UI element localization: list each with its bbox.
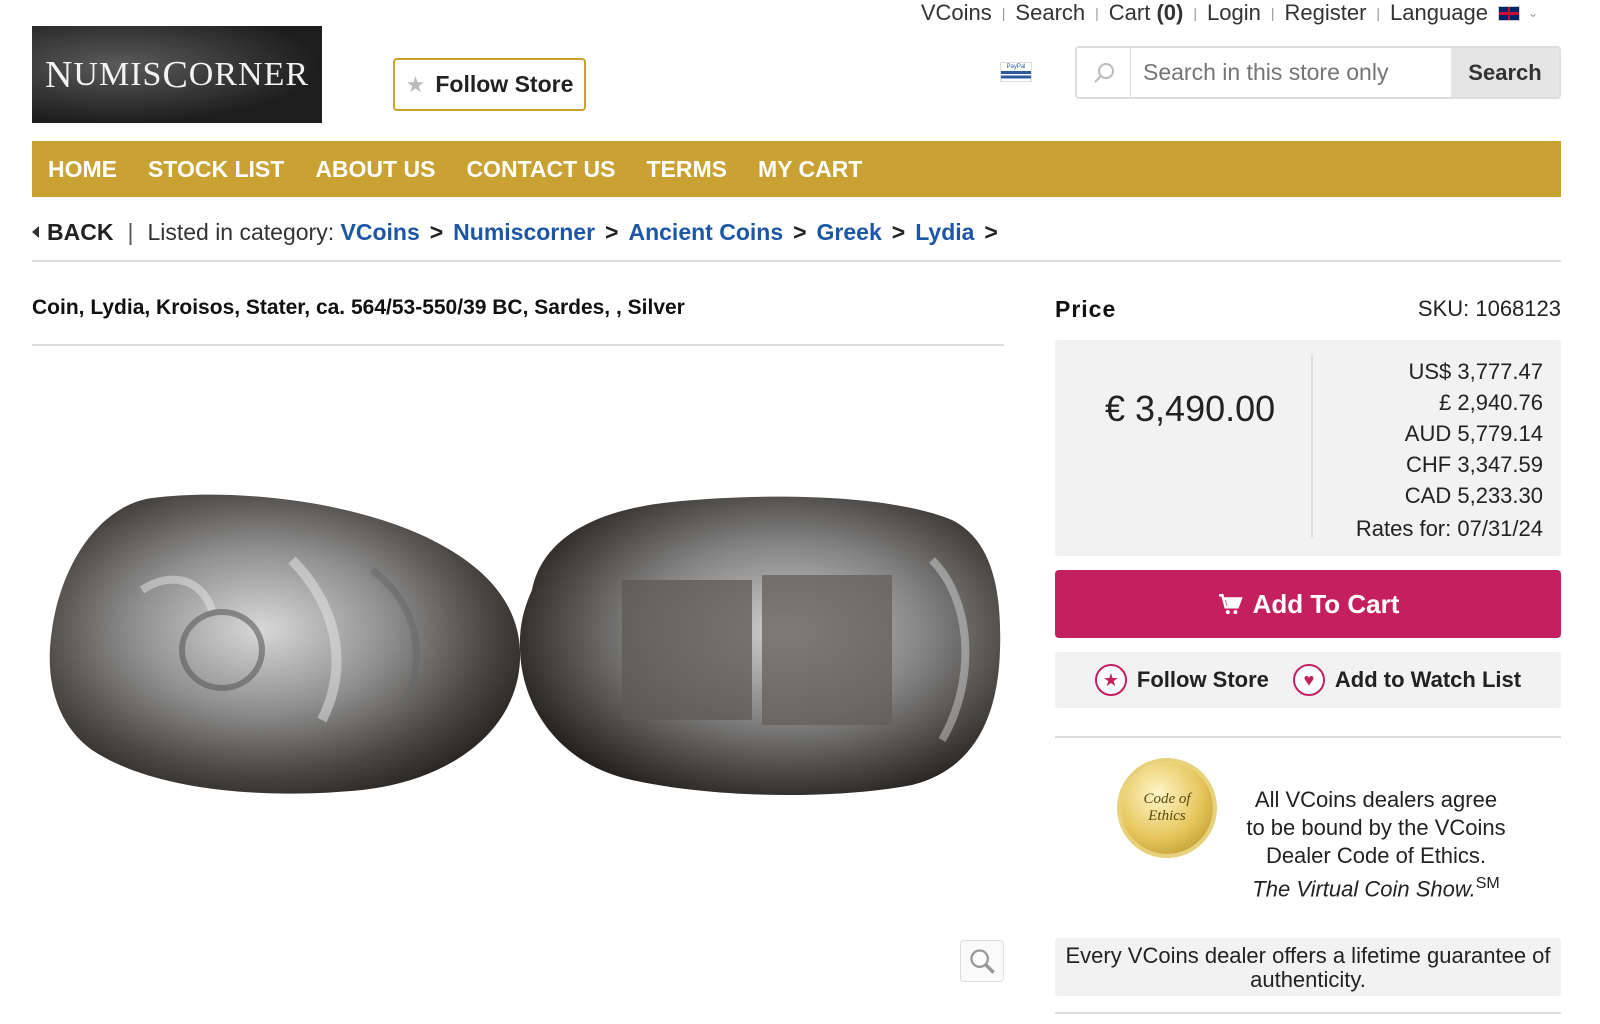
rate-aud: AUD 5,779.14 bbox=[1404, 421, 1543, 446]
follow-store-button-header[interactable]: ★ Follow Store bbox=[393, 58, 586, 111]
logo-letter: C bbox=[162, 53, 189, 96]
follow-store-label: Follow Store bbox=[1136, 667, 1269, 692]
rate-chf: CHF 3,347.59 bbox=[1406, 452, 1543, 477]
code-of-ethics-seal[interactable]: Code of Ethics bbox=[1121, 762, 1213, 854]
seal-text: Ethics bbox=[1148, 808, 1186, 824]
nav-item-my-cart[interactable]: MY CART bbox=[758, 156, 862, 183]
separator: | bbox=[127, 218, 134, 245]
uk-flag-icon[interactable] bbox=[1497, 5, 1520, 21]
divider bbox=[1055, 1012, 1561, 1014]
paypal-icon: PayPal bbox=[1000, 62, 1032, 82]
nav-item-about-us[interactable]: ABOUT US bbox=[315, 156, 435, 183]
code-of-ethics: Code of Ethics All VCoins dealers agree t… bbox=[1055, 756, 1561, 926]
main-nav: HOME STOCK LIST ABOUT US CONTACT US TERM… bbox=[32, 141, 1561, 197]
breadcrumb-separator: > bbox=[429, 218, 444, 245]
divider bbox=[32, 260, 1561, 262]
divider bbox=[1311, 356, 1313, 538]
nav-item-stock-list[interactable]: STOCK LIST bbox=[148, 156, 284, 183]
chevron-down-icon[interactable]: ⌄ bbox=[1528, 6, 1538, 20]
divider bbox=[1055, 736, 1561, 738]
topbar-link-search[interactable]: Search bbox=[1015, 0, 1085, 26]
nav-item-terms[interactable]: TERMS bbox=[647, 156, 728, 183]
coin-obverse bbox=[49, 494, 521, 794]
main-price: € 3,490.00 bbox=[1105, 388, 1276, 429]
heart-icon: ♥ bbox=[1292, 664, 1325, 696]
topbar-link-cart[interactable]: Cart (0) bbox=[1109, 0, 1184, 26]
separator: | bbox=[1193, 5, 1197, 21]
add-to-cart-label: Add To Cart bbox=[1252, 588, 1400, 619]
cart-icon bbox=[1218, 594, 1243, 615]
separator: | bbox=[1001, 5, 1006, 21]
zoom-icon[interactable] bbox=[960, 940, 1004, 982]
service-mark: SM bbox=[1475, 875, 1500, 892]
breadcrumb-greek[interactable]: Greek bbox=[817, 219, 882, 246]
back-arrow-icon bbox=[32, 226, 39, 238]
logo-letter: N bbox=[44, 53, 74, 96]
breadcrumb: BACK | Listed in category: VCoins > Numi… bbox=[32, 214, 1008, 250]
price-heading: Price bbox=[1055, 296, 1117, 322]
nav-item-contact-us[interactable]: CONTACT US bbox=[466, 156, 615, 183]
breadcrumb-vcoins[interactable]: VCoins bbox=[341, 219, 420, 246]
topbar-link-login[interactable]: Login bbox=[1207, 0, 1261, 26]
star-icon: ★ bbox=[1094, 664, 1127, 696]
separator: | bbox=[1095, 5, 1099, 21]
paypal-label: PayPal bbox=[1006, 64, 1026, 70]
search-button[interactable]: Search bbox=[1451, 48, 1559, 97]
ethics-body: All VCoins dealers agree to be bound by … bbox=[1246, 787, 1506, 868]
breadcrumb-ancient-coins[interactable]: Ancient Coins bbox=[628, 219, 783, 246]
ethics-tagline: The Virtual Coin Show. bbox=[1252, 876, 1476, 902]
seal-text: Code of bbox=[1143, 791, 1191, 807]
search-input[interactable] bbox=[1131, 59, 1451, 86]
nav-item-home[interactable]: HOME bbox=[48, 156, 117, 183]
rate-usd: US$ 3,777.47 bbox=[1408, 359, 1543, 384]
watch-list-label: Add to Watch List bbox=[1334, 667, 1522, 692]
follow-store-button[interactable]: ★ Follow Store bbox=[1094, 664, 1269, 696]
store-actions: ★ Follow Store ♥ Add to Watch List bbox=[1055, 652, 1561, 708]
logo-text: UMIS bbox=[73, 55, 163, 93]
add-to-cart-button[interactable]: Add To Cart bbox=[1055, 570, 1561, 638]
breadcrumb-separator: > bbox=[891, 218, 906, 245]
breadcrumb-separator: > bbox=[793, 218, 807, 245]
currency-rates: US$ 3,777.47 £ 2,940.76 AUD 5,779.14 CHF… bbox=[1356, 356, 1543, 544]
breadcrumb-separator: > bbox=[984, 218, 998, 245]
topbar-link-language[interactable]: Language bbox=[1390, 0, 1488, 26]
authenticity-guarantee: Every VCoins dealer offers a lifetime gu… bbox=[1055, 938, 1561, 996]
sku: SKU: 1068123 bbox=[1417, 296, 1561, 321]
price-box: € 3,490.00 US$ 3,777.47 £ 2,940.76 AUD 5… bbox=[1055, 340, 1561, 556]
breadcrumb-numiscorner[interactable]: Numiscorner bbox=[453, 219, 595, 246]
logo-text: ORNER bbox=[188, 55, 310, 93]
separator: | bbox=[1376, 5, 1381, 21]
product-title: Coin, Lydia, Kroisos, Stater, ca. 564/53… bbox=[32, 296, 685, 319]
rates-date: Rates for: 07/31/24 bbox=[1355, 516, 1543, 541]
cart-count: (0) bbox=[1156, 0, 1184, 25]
product-image[interactable] bbox=[32, 480, 1004, 820]
breadcrumb-lydia[interactable]: Lydia bbox=[915, 219, 974, 246]
topbar-link-vcoins[interactable]: VCoins bbox=[921, 0, 992, 26]
topbar-link-register[interactable]: Register bbox=[1284, 0, 1366, 26]
divider bbox=[32, 344, 1004, 346]
breadcrumb-separator: > bbox=[605, 218, 619, 245]
cart-label: Cart bbox=[1108, 0, 1151, 25]
store-logo[interactable]: N UMIS C ORNER bbox=[32, 26, 322, 123]
top-utility-bar: VCoins | Search | Cart (0) | Login | Reg… bbox=[921, 0, 1538, 26]
breadcrumb-prefix: Listed in category: bbox=[147, 218, 335, 245]
back-link[interactable]: BACK bbox=[32, 219, 113, 246]
follow-store-label: Follow Store bbox=[435, 71, 574, 97]
separator: | bbox=[1270, 5, 1275, 21]
rate-gbp: £ 2,940.76 bbox=[1439, 390, 1543, 415]
coin-reverse bbox=[519, 496, 1001, 796]
back-label: BACK bbox=[47, 218, 114, 245]
store-search: Search bbox=[1075, 46, 1561, 99]
ethics-text: All VCoins dealers agree to be bound by … bbox=[1245, 786, 1507, 903]
star-icon: ★ bbox=[405, 71, 426, 97]
add-to-watch-list-button[interactable]: ♥ Add to Watch List bbox=[1292, 664, 1522, 696]
rate-cad: CAD 5,233.30 bbox=[1404, 483, 1543, 508]
search-icon bbox=[1077, 48, 1131, 97]
